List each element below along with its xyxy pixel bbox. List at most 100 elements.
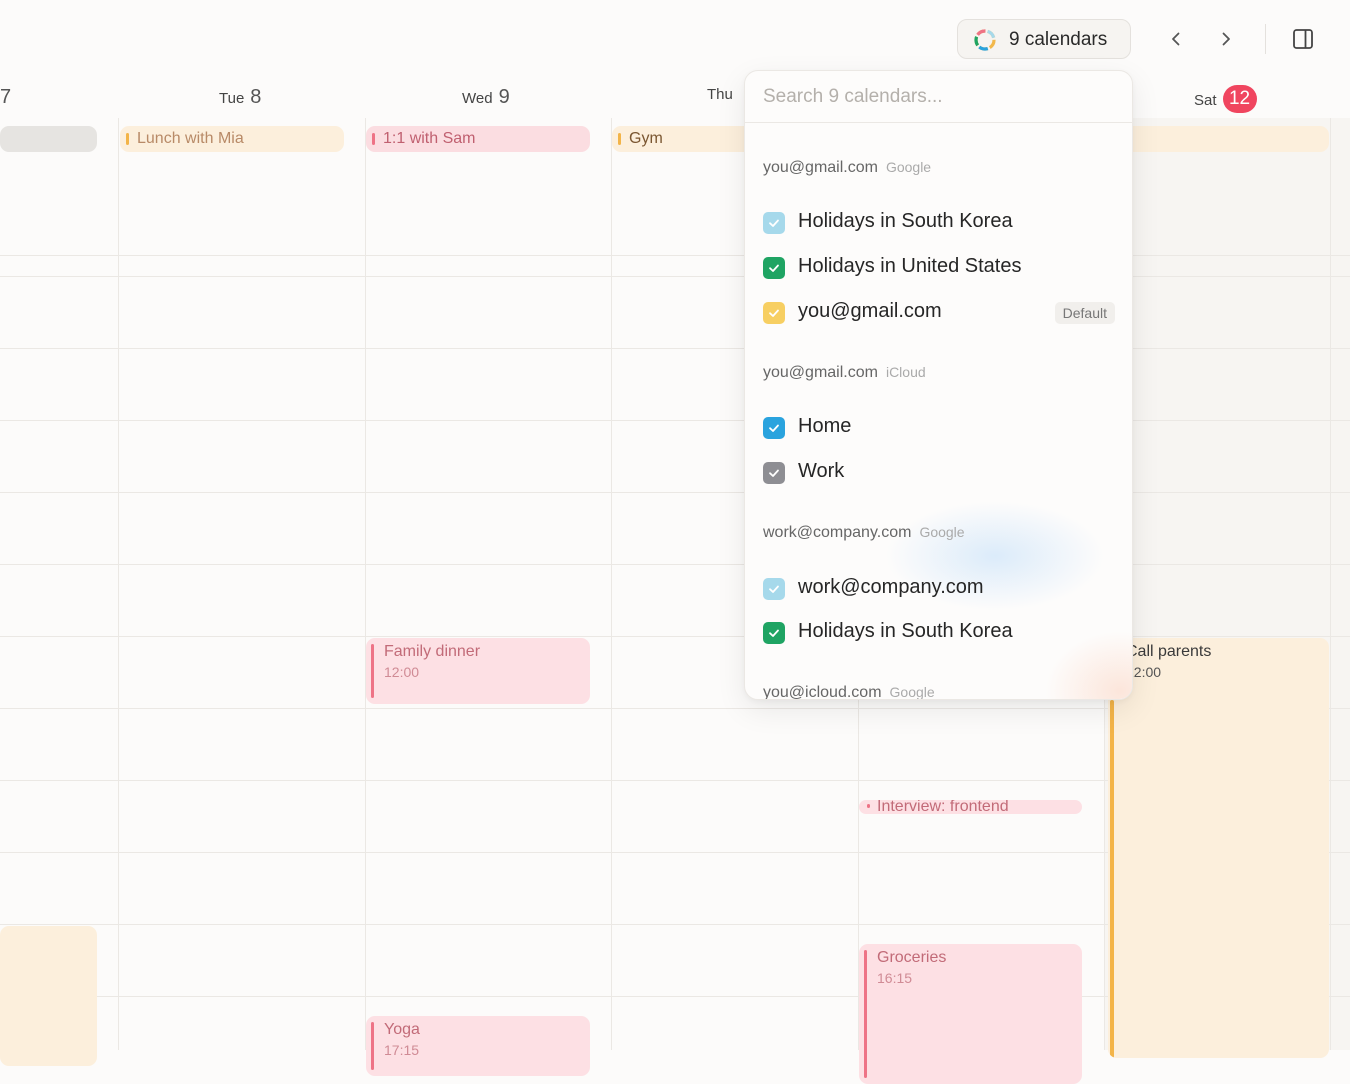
event-color-bar (867, 804, 870, 808)
all-day-event-lunch[interactable]: Lunch with Mia (120, 126, 344, 152)
column-divider (611, 118, 612, 1050)
event-color-bar (1110, 700, 1114, 1058)
event-call-parents[interactable]: Call parents 12:00 (1108, 638, 1329, 1058)
column-divider (118, 118, 119, 1050)
day-header-thu[interactable]: Thu (707, 86, 739, 114)
event-color-bar (618, 133, 621, 145)
calendar-item-label: work@company.com (798, 576, 984, 598)
event-color-bar (126, 133, 129, 145)
day-header-wed[interactable]: Wed 9 (462, 86, 510, 114)
checkbox[interactable] (763, 417, 785, 439)
account-email: you@gmail.com (763, 159, 878, 176)
account-email: you@icloud.com (763, 684, 882, 700)
event-title: Gym (629, 130, 663, 147)
day-name: Tue (219, 90, 245, 107)
day-date: 9 (498, 86, 510, 108)
event-groceries[interactable]: Groceries 16:15 (859, 944, 1082, 1084)
event-family-dinner[interactable]: Family dinner 12:00 (366, 638, 590, 704)
checkbox[interactable] (763, 462, 785, 484)
event-time: 16:15 (877, 970, 913, 986)
account-header: work@company.com Google (763, 524, 965, 542)
account-header: you@gmail.com Google (763, 159, 931, 177)
hour-line (0, 492, 1350, 493)
account-provider: Google (889, 684, 935, 700)
calendars-ring-icon (974, 29, 996, 51)
account-provider: Google (919, 524, 965, 540)
event-color-bar (372, 133, 375, 145)
day-header-sun[interactable]: 7 (0, 86, 11, 114)
day-name: Sat (1194, 92, 1217, 109)
hour-line (0, 564, 1350, 565)
calendar-search-input[interactable] (745, 71, 1132, 123)
event-title: Interview: frontend (877, 800, 1009, 814)
check-icon (769, 309, 779, 317)
event-title: Groceries (877, 949, 947, 966)
calendar-item-label: Holidays in South Korea (798, 210, 1013, 232)
calendar-item-label: Holidays in South Korea (798, 620, 1013, 642)
calendar-item[interactable]: Holidays in South Korea (763, 620, 1115, 646)
hour-line (0, 255, 1350, 256)
calendar-item-label: you@gmail.com (798, 300, 942, 322)
check-icon (769, 219, 779, 227)
all-day-event[interactable] (0, 126, 97, 152)
calendar-item[interactable]: you@gmail.com Default (763, 300, 1115, 326)
hour-line (0, 276, 1350, 277)
check-icon (769, 629, 779, 637)
all-day-event-sam[interactable]: 1:1 with Sam (366, 126, 590, 152)
column-divider (365, 118, 366, 1050)
account-header: you@gmail.com iCloud (763, 364, 926, 382)
day-header-sat[interactable]: Sat 12 (1194, 85, 1257, 114)
checkbox[interactable] (763, 257, 785, 279)
checkbox[interactable] (763, 622, 785, 644)
chevron-right-icon[interactable] (1214, 27, 1238, 51)
hour-line (0, 420, 1350, 421)
check-icon (769, 424, 779, 432)
today-badge: 12 (1222, 85, 1257, 113)
event-title: 1:1 with Sam (383, 130, 476, 147)
account-provider: Google (885, 159, 932, 175)
calendars-dropdown: you@gmail.com Google Holidays in South Ko… (744, 70, 1133, 700)
calendar-item-label: Holidays in United States (798, 255, 1022, 277)
event-time: 17:15 (384, 1042, 420, 1058)
event-color-bar (371, 1022, 374, 1070)
calendars-button-label: 9 calendars (1009, 29, 1108, 50)
calendar-event[interactable] (0, 926, 97, 1066)
column-divider (1330, 118, 1331, 1050)
checkbox[interactable] (763, 578, 785, 600)
event-color-bar (371, 644, 374, 698)
event-interview[interactable]: Interview: frontend (859, 800, 1082, 814)
event-title: Family dinner (384, 643, 481, 660)
calendar-item[interactable]: Holidays in South Korea (763, 210, 1115, 236)
all-day-event[interactable] (1105, 126, 1329, 152)
event-time: 12:00 (384, 664, 420, 680)
event-title: Lunch with Mia (137, 130, 244, 147)
event-title: Yoga (384, 1021, 420, 1038)
chevron-left-icon[interactable] (1164, 27, 1188, 51)
calendar-item-label: Home (798, 415, 852, 437)
account-email: you@gmail.com (763, 364, 878, 381)
check-icon (769, 264, 779, 272)
event-yoga[interactable]: Yoga 17:15 (366, 1016, 590, 1076)
checkbox[interactable] (763, 302, 785, 324)
account-email: work@company.com (763, 524, 912, 541)
calendars-button[interactable]: 9 calendars (957, 19, 1131, 59)
event-title: Call parents (1126, 643, 1212, 660)
calendar-item[interactable]: Holidays in United States (763, 255, 1115, 281)
day-date: 7 (0, 86, 12, 108)
event-color-bar (864, 950, 867, 1078)
check-icon (769, 585, 779, 593)
day-name: Thu (707, 86, 733, 103)
check-icon (769, 469, 779, 477)
sidebar-panel-icon[interactable] (1291, 27, 1315, 51)
toolbar-divider (1265, 24, 1266, 54)
day-name: Wed (462, 90, 493, 107)
default-badge: Default (1054, 302, 1115, 324)
hour-line (0, 636, 1350, 637)
calendar-item[interactable]: Work (763, 460, 1115, 486)
checkbox[interactable] (763, 212, 785, 234)
calendar-item[interactable]: Home (763, 415, 1115, 441)
day-header-tue[interactable]: Tue 8 (219, 86, 261, 114)
calendar-item-label: Work (798, 460, 845, 482)
day-date: 8 (250, 86, 262, 108)
calendar-item[interactable]: work@company.com (763, 576, 1115, 602)
